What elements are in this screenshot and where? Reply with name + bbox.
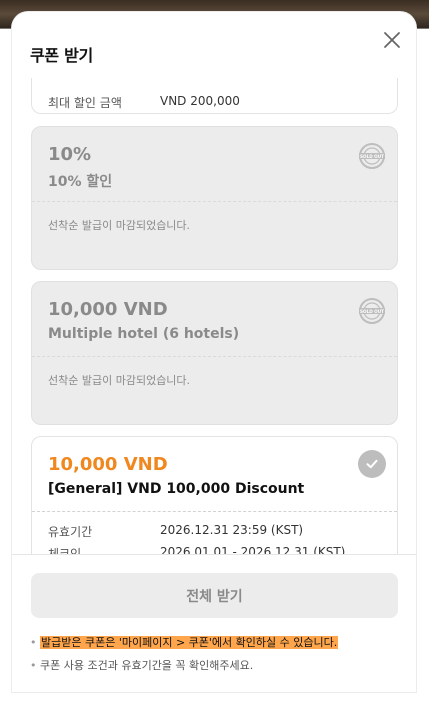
footer-divider bbox=[12, 554, 416, 555]
sold-out-icon: SOLD OUT bbox=[359, 143, 385, 169]
coupon-card-partial: 최대 할인 금액 VND 200,000 bbox=[31, 78, 398, 114]
footer-note-highlight: 발급받은 쿠폰은 '마이페이지 > 쿠폰'에서 확인하실 수 있습니다. bbox=[40, 636, 339, 649]
close-button[interactable] bbox=[380, 28, 404, 52]
sold-out-badge-text: SOLD OUT bbox=[360, 309, 384, 314]
sold-out-icon: SOLD OUT bbox=[359, 298, 385, 324]
coupon-amount: 10,000 VND bbox=[48, 299, 168, 320]
footer-note: • 쿠폰 사용 조건과 유효기간을 꼭 확인해주세요. bbox=[30, 659, 254, 672]
coupon-card-soldout: 10% 10% 할인 SOLD OUT 선착순 발급이 마감되었습니다. bbox=[31, 126, 398, 270]
checkin-label: 체크인 bbox=[48, 547, 82, 554]
footer-note: • 발급받은 쿠폰은 '마이페이지 > 쿠폰'에서 확인하실 수 있습니다. bbox=[30, 636, 339, 649]
checkin-value: 2026.01.01 - 2026.12.31 (KST) bbox=[160, 545, 346, 554]
card-divider bbox=[32, 511, 397, 512]
coupon-status: 선착순 발급이 마감되었습니다. bbox=[48, 374, 191, 387]
card-divider bbox=[32, 356, 397, 357]
coupon-name: 10% 할인 bbox=[48, 174, 113, 190]
sold-out-badge-text: SOLD OUT bbox=[360, 154, 384, 159]
coupon-status: 선착순 발급이 마감되었습니다. bbox=[48, 219, 191, 232]
coupon-modal: 최대 할인 금액 VND 200,000 10% 10% 할인 SOLD OUT… bbox=[12, 12, 416, 692]
validity-label: 유효기간 bbox=[48, 525, 93, 539]
check-icon bbox=[358, 450, 386, 478]
close-icon bbox=[384, 32, 400, 48]
coupon-amount: 10% bbox=[48, 144, 92, 165]
modal-title: 쿠폰 받기 bbox=[30, 46, 93, 65]
coupon-list[interactable]: 최대 할인 금액 VND 200,000 10% 10% 할인 SOLD OUT… bbox=[12, 78, 416, 554]
coupon-amount: 10,000 VND bbox=[48, 454, 168, 475]
footer-note-text: 쿠폰 사용 조건과 유효기간을 꼭 확인해주세요. bbox=[40, 659, 254, 672]
coupon-card-claimed[interactable]: 10,000 VND [General] VND 100,000 Discoun… bbox=[31, 436, 398, 554]
modal-header: 쿠폰 받기 bbox=[12, 12, 416, 78]
coupon-card-soldout: 10,000 VND Multiple hotel (6 hotels) SOL… bbox=[31, 281, 398, 425]
coupon-name: [General] VND 100,000 Discount bbox=[48, 481, 305, 497]
max-discount-label: 최대 할인 금액 bbox=[48, 96, 122, 110]
claim-all-button[interactable]: 전체 받기 bbox=[31, 573, 398, 618]
validity-value: 2026.12.31 23:59 (KST) bbox=[160, 523, 304, 537]
card-divider bbox=[32, 201, 397, 202]
coupon-name: Multiple hotel (6 hotels) bbox=[48, 326, 240, 342]
max-discount-value: VND 200,000 bbox=[160, 94, 240, 108]
